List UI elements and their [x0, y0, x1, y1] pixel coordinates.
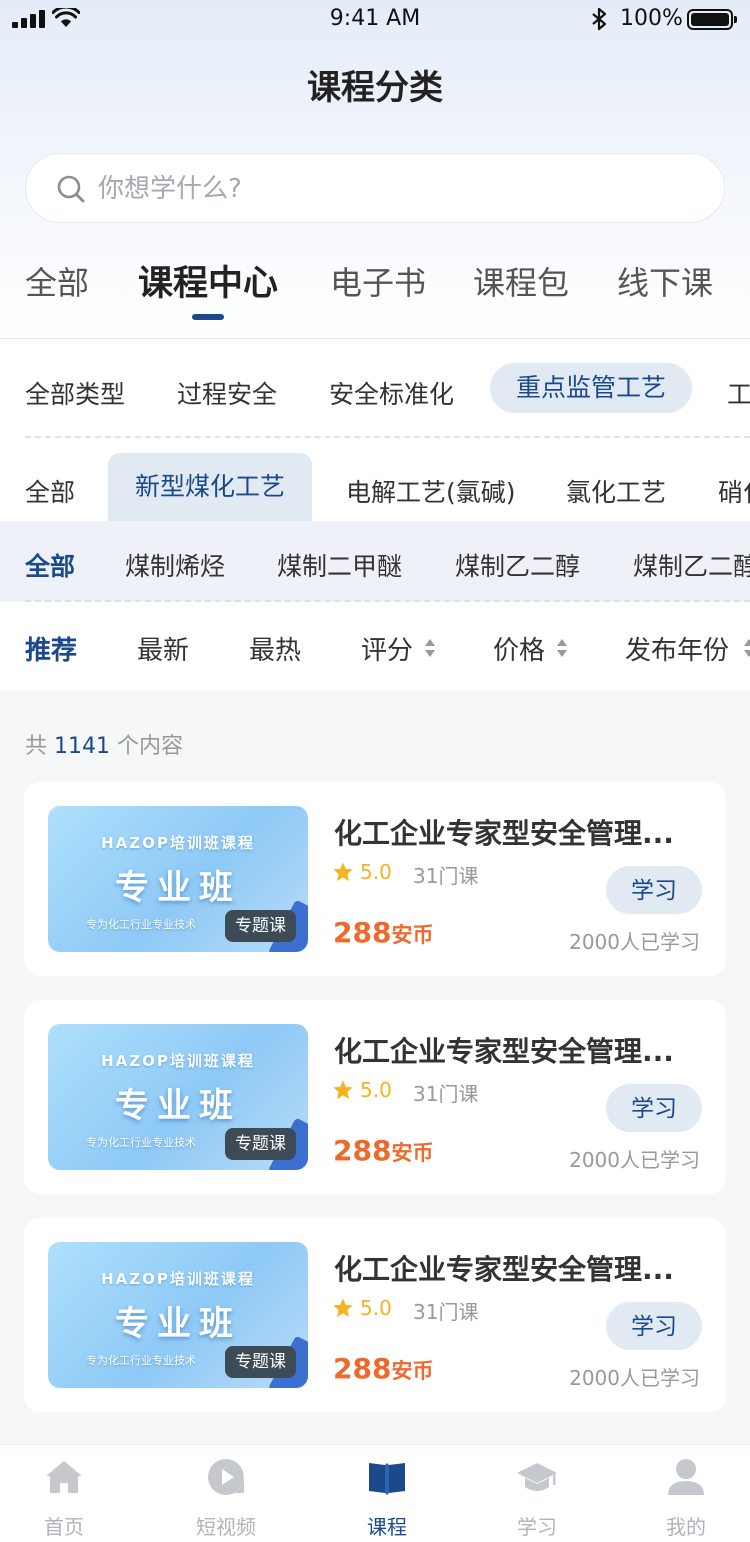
- course-title[interactable]: 化工企业专家型安全管理...: [334, 1248, 704, 1288]
- sort-arrows-icon: [557, 639, 567, 657]
- tab-ebook[interactable]: 电子书: [330, 258, 426, 304]
- course-card[interactable]: HAZOP培训班课程 专业班 专为化工行业专业技术 专题课 化工企业专家型安全管…: [24, 782, 726, 976]
- course-price: 288安币: [333, 1352, 434, 1385]
- category-safety-standardization[interactable]: 安全标准化: [329, 375, 454, 411]
- lesson-count: 31门课: [413, 864, 479, 888]
- course-type-badge: 专题课: [225, 1346, 296, 1378]
- bottom-navigation: 首页 短视频 课程 学习 我的: [0, 1444, 750, 1542]
- tertiary-all[interactable]: 全部: [25, 547, 75, 583]
- category-key-supervised-process[interactable]: 重点监管工艺: [490, 363, 693, 413]
- nav-mine[interactable]: 我的: [631, 1445, 741, 1542]
- user-icon: [668, 1459, 704, 1495]
- search-bar[interactable]: [25, 153, 725, 223]
- learner-count: 2000人已学习: [569, 1366, 700, 1390]
- course-thumbnail[interactable]: HAZOP培训班课程 专业班 专为化工行业专业技术 专题课: [48, 1024, 308, 1170]
- study-button[interactable]: 学习: [606, 866, 702, 914]
- battery-percent: 100%: [620, 6, 683, 31]
- study-button[interactable]: 学习: [606, 1302, 702, 1350]
- category-all-types[interactable]: 全部类型: [25, 375, 125, 411]
- tab-course-package[interactable]: 课程包: [473, 258, 569, 304]
- study-button[interactable]: 学习: [606, 1084, 702, 1132]
- tab-course-center[interactable]: 课程中心: [138, 255, 278, 306]
- dashed-divider: [25, 436, 750, 438]
- graduation-cap-icon: [517, 1463, 557, 1491]
- learner-count: 2000人已学习: [569, 930, 700, 954]
- subcategory-nitration[interactable]: 硝化: [718, 473, 750, 509]
- learner-count: 2000人已学习: [569, 1148, 700, 1172]
- search-icon: [57, 175, 85, 203]
- course-price: 288安币: [333, 916, 434, 949]
- category-filter-row: 全部类型 过程安全 安全标准化 重点监管工艺 工: [0, 339, 750, 439]
- subcategory-row: 全部 新型煤化工艺 电解工艺(氯碱) 氯化工艺 硝化: [0, 439, 750, 521]
- category-more[interactable]: 工: [727, 375, 750, 411]
- home-icon: [46, 1461, 82, 1493]
- short-video-icon: [208, 1459, 244, 1495]
- course-thumbnail[interactable]: HAZOP培训班课程 专业班 专为化工行业专业技术 专题课: [48, 1242, 308, 1388]
- star-icon: [333, 1298, 353, 1317]
- tertiary-coal-to-ethylene-glycol-2[interactable]: 煤制乙二醇: [633, 547, 750, 583]
- lesson-count: 31门课: [413, 1300, 479, 1324]
- course-title[interactable]: 化工企业专家型安全管理...: [334, 812, 704, 852]
- sort-rating[interactable]: 评分: [361, 630, 413, 667]
- result-count: 共 1141 个内容: [25, 734, 184, 759]
- nav-home[interactable]: 首页: [9, 1445, 119, 1542]
- tertiary-coal-to-ethylene-glycol[interactable]: 煤制乙二醇: [455, 547, 580, 583]
- sort-price[interactable]: 价格: [493, 630, 545, 667]
- nav-study[interactable]: 学习: [482, 1445, 592, 1542]
- course-price: 288安币: [333, 1134, 434, 1167]
- star-icon: [333, 1080, 353, 1099]
- sort-hottest[interactable]: 最热: [249, 630, 301, 667]
- bluetooth-icon: [592, 7, 607, 31]
- sort-publish-year[interactable]: 发布年份: [625, 630, 729, 667]
- battery-icon: [687, 9, 737, 30]
- course-thumbnail[interactable]: HAZOP培训班课程 专业班 专为化工行业专业技术 专题课: [48, 806, 308, 952]
- sort-newest[interactable]: 最新: [137, 630, 189, 667]
- course-type-badge: 专题课: [225, 1128, 296, 1160]
- course-title[interactable]: 化工企业专家型安全管理...: [334, 1030, 704, 1070]
- category-process-safety[interactable]: 过程安全: [177, 375, 277, 411]
- sort-arrows-icon: [425, 639, 435, 657]
- star-icon: [333, 862, 353, 881]
- tertiary-filter-row: 全部 煤制烯烃 煤制二甲醚 煤制乙二醇 煤制乙二醇: [0, 521, 750, 601]
- tertiary-coal-to-dme[interactable]: 煤制二甲醚: [277, 547, 402, 583]
- nav-course[interactable]: 课程: [332, 1445, 442, 1542]
- main-tabs: 全部 课程中心 电子书 课程包 线下课: [0, 258, 750, 338]
- course-card[interactable]: HAZOP培训班课程 专业班 专为化工行业专业技术 专题课 化工企业专家型安全管…: [24, 1218, 726, 1412]
- course-type-badge: 专题课: [225, 910, 296, 942]
- status-bar: 9:41 AM 100%: [0, 0, 750, 40]
- subcategory-chlorination[interactable]: 氯化工艺: [566, 473, 666, 509]
- nav-short-video[interactable]: 短视频: [171, 1445, 281, 1542]
- subcategory-new-coal-chemical[interactable]: 新型煤化工艺: [108, 453, 312, 521]
- search-input[interactable]: [98, 168, 698, 210]
- subcategory-all[interactable]: 全部: [25, 473, 75, 509]
- tab-all[interactable]: 全部: [25, 258, 89, 304]
- result-count-number: 1141: [54, 734, 111, 759]
- active-tab-indicator: [192, 314, 224, 320]
- subcategory-electrolysis[interactable]: 电解工艺(氯碱): [346, 473, 516, 509]
- book-icon: [369, 1463, 405, 1495]
- tertiary-coal-to-olefins[interactable]: 煤制烯烃: [125, 547, 225, 583]
- page-title: 课程分类: [307, 68, 443, 108]
- sort-row: 推荐 最新 最热 评分 价格 发布年份: [0, 602, 750, 690]
- lesson-count: 31门课: [413, 1082, 479, 1106]
- tab-offline-course[interactable]: 线下课: [617, 258, 713, 304]
- course-card[interactable]: HAZOP培训班课程 专业班 专为化工行业专业技术 专题课 化工企业专家型安全管…: [24, 1000, 726, 1194]
- sort-recommended[interactable]: 推荐: [25, 630, 77, 667]
- sort-arrows-icon: [744, 639, 750, 657]
